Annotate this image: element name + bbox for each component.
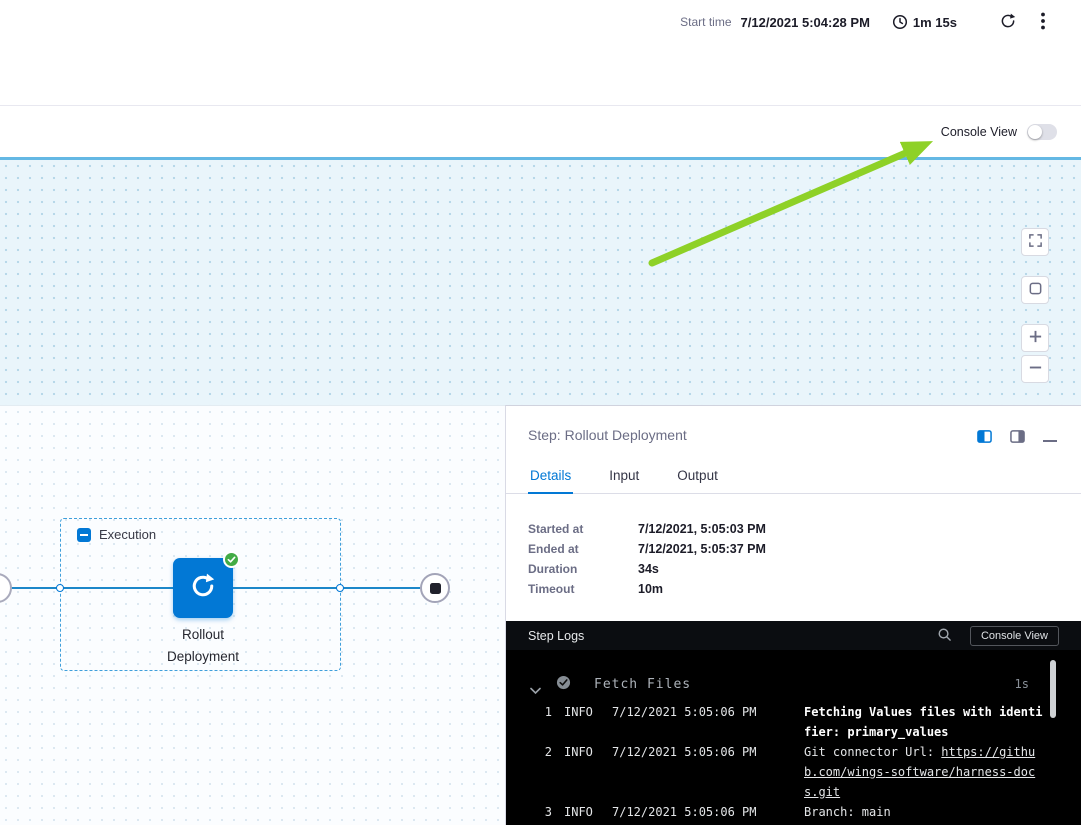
log-message: Branch: main [804,802,1044,822]
start-time-label: Start time [680,15,731,29]
layout-left-icon [977,429,992,447]
stop-node-icon [430,583,441,594]
fullscreen-icon [1028,233,1043,251]
detail-label: Duration [528,562,638,576]
minimize-icon [1043,431,1057,446]
detail-label: Started at [528,522,638,536]
tab-input[interactable]: Input [607,461,641,493]
detail-value: 10m [638,582,663,596]
zoom-out-button[interactable] [1021,355,1049,383]
kebab-menu-button[interactable] [1039,10,1047,35]
execution-meta: Start time 7/12/2021 5:04:28 PM 1m 15s [680,8,1047,36]
execution-duration: 1m 15s [913,15,957,30]
step-details-list: Started at 7/12/2021, 5:05:03 PM Ended a… [528,519,1059,599]
refresh-button[interactable] [997,10,1019,35]
refresh-icon [999,12,1017,33]
connection-point-right [336,584,344,592]
start-time-value: 7/12/2021 5:04:28 PM [741,15,870,30]
pipeline-end-node[interactable] [420,573,450,603]
zoom-out-icon [1028,360,1043,378]
tab-details[interactable]: Details [528,461,573,494]
log-section-header: Fetch Files 1s [506,672,1081,698]
execution-group-header: Execution [61,519,340,542]
tab-output[interactable]: Output [675,461,720,493]
connection-point-left [56,584,64,592]
log-search-button[interactable] [935,625,954,647]
detail-value: 7/12/2021, 5:05:03 PM [638,522,766,536]
detail-value: 7/12/2021, 5:05:37 PM [638,542,766,556]
console-view-label: Console View [941,125,1017,139]
log-section-title[interactable]: Fetch Files [594,677,691,692]
zoom-in-button[interactable] [1021,324,1049,352]
step-logs-title: Step Logs [528,629,584,643]
detail-row: Ended at 7/12/2021, 5:05:37 PM [528,539,1059,559]
detail-row: Started at 7/12/2021, 5:05:03 PM [528,519,1059,539]
search-icon [937,627,952,645]
log-line: 3 INFO 7/12/2021 5:05:06 PM Branch: main [542,802,1051,822]
log-console: Fetch Files 1s 1 INFO 7/12/2021 5:05:06 … [506,650,1081,825]
check-circle-icon [556,675,571,694]
detail-value: 34s [638,562,659,576]
log-line: 2 INFO 7/12/2021 5:05:06 PM Git connecto… [542,742,1051,802]
step-panel-tabs: Details Input Output [506,461,1081,494]
log-section-duration: 1s [1015,677,1029,691]
step-panel-title: Step: Rollout Deployment [528,427,687,443]
log-line: 1 INFO 7/12/2021 5:05:06 PM Fetching Val… [542,702,1051,742]
execution-group-label: Execution [99,527,156,542]
clock-icon [892,14,908,30]
pipeline-canvas-upper[interactable] [0,160,1081,405]
fit-view-icon [1028,281,1043,299]
step-logs-bar: Step Logs Console View [506,621,1081,650]
console-view-toggle[interactable] [1027,124,1057,140]
step-logs-controls: Console View [935,625,1059,647]
rollout-deployment-node[interactable] [173,558,233,618]
toggle-knob [1028,125,1042,139]
node-label: Rollout Deployment [132,624,274,668]
fullscreen-button[interactable] [1021,228,1049,256]
log-console-view-button[interactable]: Console View [970,626,1059,646]
view-toolbar: Console View [0,106,1081,160]
layout-right-button[interactable] [1008,427,1027,449]
chevron-down-icon[interactable] [530,680,541,699]
layout-left-button[interactable] [975,427,994,449]
pipeline-execution-page: Start time 7/12/2021 5:04:28 PM 1m 15s C… [0,0,1081,825]
detail-label: Ended at [528,542,638,556]
fit-view-button[interactable] [1021,276,1049,304]
layout-right-icon [1010,429,1025,447]
step-details-panel: Step: Rollout Deployment Details Input [505,405,1081,825]
log-lines: 1 INFO 7/12/2021 5:05:06 PM Fetching Val… [542,702,1051,822]
log-scrollbar[interactable] [1050,660,1056,718]
minimize-panel-button[interactable] [1041,429,1059,448]
rollout-refresh-icon [189,572,217,605]
detail-label: Timeout [528,582,638,596]
zoom-in-icon [1028,329,1043,347]
collapse-group-checkbox[interactable] [77,528,91,542]
log-message: Git connector Url: https://github.com/wi… [804,742,1044,802]
panel-header-controls [975,427,1059,449]
log-message: Fetching Values files with identifier: p… [804,702,1044,742]
success-check-icon [223,551,240,568]
detail-row: Timeout 10m [528,579,1059,599]
detail-row: Duration 34s [528,559,1059,579]
execution-header: Start time 7/12/2021 5:04:28 PM 1m 15s [0,0,1081,106]
kebab-menu-icon [1041,12,1045,33]
